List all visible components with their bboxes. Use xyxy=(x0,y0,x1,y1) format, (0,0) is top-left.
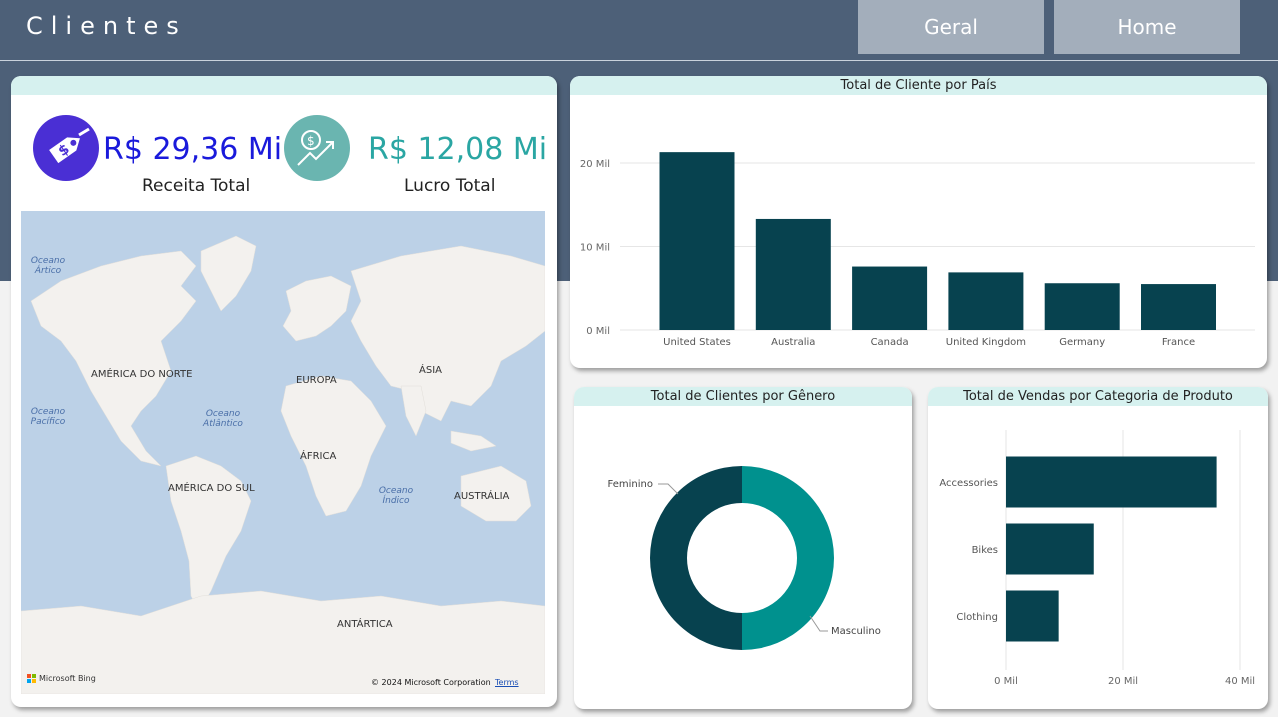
x-tick-label: 0 Mil xyxy=(994,676,1018,687)
map-ocean-arctic: Oceano Ártico xyxy=(30,256,66,276)
y-tick-label: Accessories xyxy=(939,478,998,489)
map-label-asia: ÁSIA xyxy=(419,365,442,376)
y-tick-label: Clothing xyxy=(956,612,998,623)
bar-united-states xyxy=(659,152,735,330)
map-land-shapes xyxy=(21,235,545,694)
x-tick-label: Germany xyxy=(1059,337,1105,348)
y-tick-label: 0 Mil xyxy=(586,326,610,337)
map-label-antarctica: ANTÁRTICA xyxy=(337,619,393,630)
map-ocean-atlantic: Oceano Atlântico xyxy=(203,409,243,429)
map-label-europe: EUROPA xyxy=(296,375,337,386)
bing-attribution-text: Microsoft Bing xyxy=(39,674,96,683)
bar-clothing xyxy=(1006,590,1059,642)
gender-donut-chart: Feminino Masculino xyxy=(608,466,881,650)
donut-label-feminino: Feminino xyxy=(608,479,653,490)
y-tick-label: 20 Mil xyxy=(580,159,610,170)
card-header-strip xyxy=(11,76,557,95)
bar-bikes xyxy=(1006,523,1094,575)
y-tick-label: 10 Mil xyxy=(580,243,610,254)
y-tick-label: Bikes xyxy=(972,545,998,556)
bar-accessories xyxy=(1006,456,1217,508)
x-tick-label: France xyxy=(1162,337,1195,348)
country-chart-title: Total de Cliente por País xyxy=(570,76,1267,95)
world-map[interactable]: AMÉRICA DO NORTE EUROPA ÁSIA ÁFRICA AMÉR… xyxy=(21,211,545,694)
bing-attribution: Microsoft Bing xyxy=(27,674,96,683)
map-terms-link[interactable]: Terms xyxy=(495,678,519,687)
x-tick-label: United States xyxy=(663,337,731,348)
bar-germany xyxy=(1044,283,1120,330)
nav-button-home[interactable]: Home xyxy=(1054,0,1240,54)
sales-by-category-card: Total de Vendas por Categoria de Produto… xyxy=(928,387,1268,709)
profit-growth-icon: $ xyxy=(284,115,350,181)
x-tick-label: 20 Mil xyxy=(1108,676,1138,687)
map-label-africa: ÁFRICA xyxy=(300,451,337,462)
header-divider xyxy=(0,60,1278,61)
title-bar: Clientes Geral Home xyxy=(0,0,1278,60)
x-tick-label: 40 Mil xyxy=(1225,676,1255,687)
bar-france xyxy=(1141,284,1216,330)
nav-button-geral[interactable]: Geral xyxy=(858,0,1044,54)
svg-text:$: $ xyxy=(307,134,315,148)
price-tag-icon: $ xyxy=(33,115,99,181)
map-ocean-pacific: Oceano Pacífico xyxy=(30,407,66,427)
customers-by-country-card: Total de Cliente por País 0 Mil 10 Mil 20 … xyxy=(570,76,1267,368)
kpi-lucro-label: Lucro Total xyxy=(404,176,496,196)
donut-slice-feminino xyxy=(650,466,742,650)
gender-chart-title: Total de Clientes por Gênero xyxy=(574,387,912,406)
map-label-australia: AUSTRÁLIA xyxy=(454,491,510,502)
country-bar-chart: 0 Mil 10 Mil 20 Mil United States Australia C… xyxy=(580,152,1255,348)
bar-united-kingdom xyxy=(948,272,1024,330)
customers-by-gender-card: Total de Clientes por Gênero Feminino Mas… xyxy=(574,387,912,709)
x-tick-label: United Kingdom xyxy=(946,337,1026,348)
kpi-lucro-value: R$ 12,08 Mi xyxy=(368,132,548,167)
bar-australia xyxy=(755,218,831,330)
map-copyright: © 2024 Microsoft Corporation xyxy=(371,678,491,687)
kpi-receita-value: R$ 29,36 Mi xyxy=(103,132,283,167)
category-chart-title: Total de Vendas por Categoria de Produto xyxy=(928,387,1268,406)
microsoft-logo-icon xyxy=(27,674,36,683)
map-ocean-indian: Oceano Índico xyxy=(378,486,414,506)
map-label-north-america: AMÉRICA DO NORTE xyxy=(91,369,193,380)
x-tick-label: Australia xyxy=(771,337,815,348)
donut-label-masculino: Masculino xyxy=(831,626,881,637)
bar-canada xyxy=(852,266,928,330)
donut-slice-masculino xyxy=(742,466,834,650)
leader-line xyxy=(658,483,679,495)
x-tick-label: Canada xyxy=(871,337,909,348)
category-bar-chart: 0 Mil 20 Mil 40 Mil Accessories Bikes Clothin… xyxy=(939,430,1255,687)
kpi-receita-label: Receita Total xyxy=(142,176,251,196)
map-label-south-america: AMÉRICA DO SUL xyxy=(168,483,255,494)
leader-line xyxy=(809,615,828,632)
page-title: Clientes xyxy=(26,12,187,40)
